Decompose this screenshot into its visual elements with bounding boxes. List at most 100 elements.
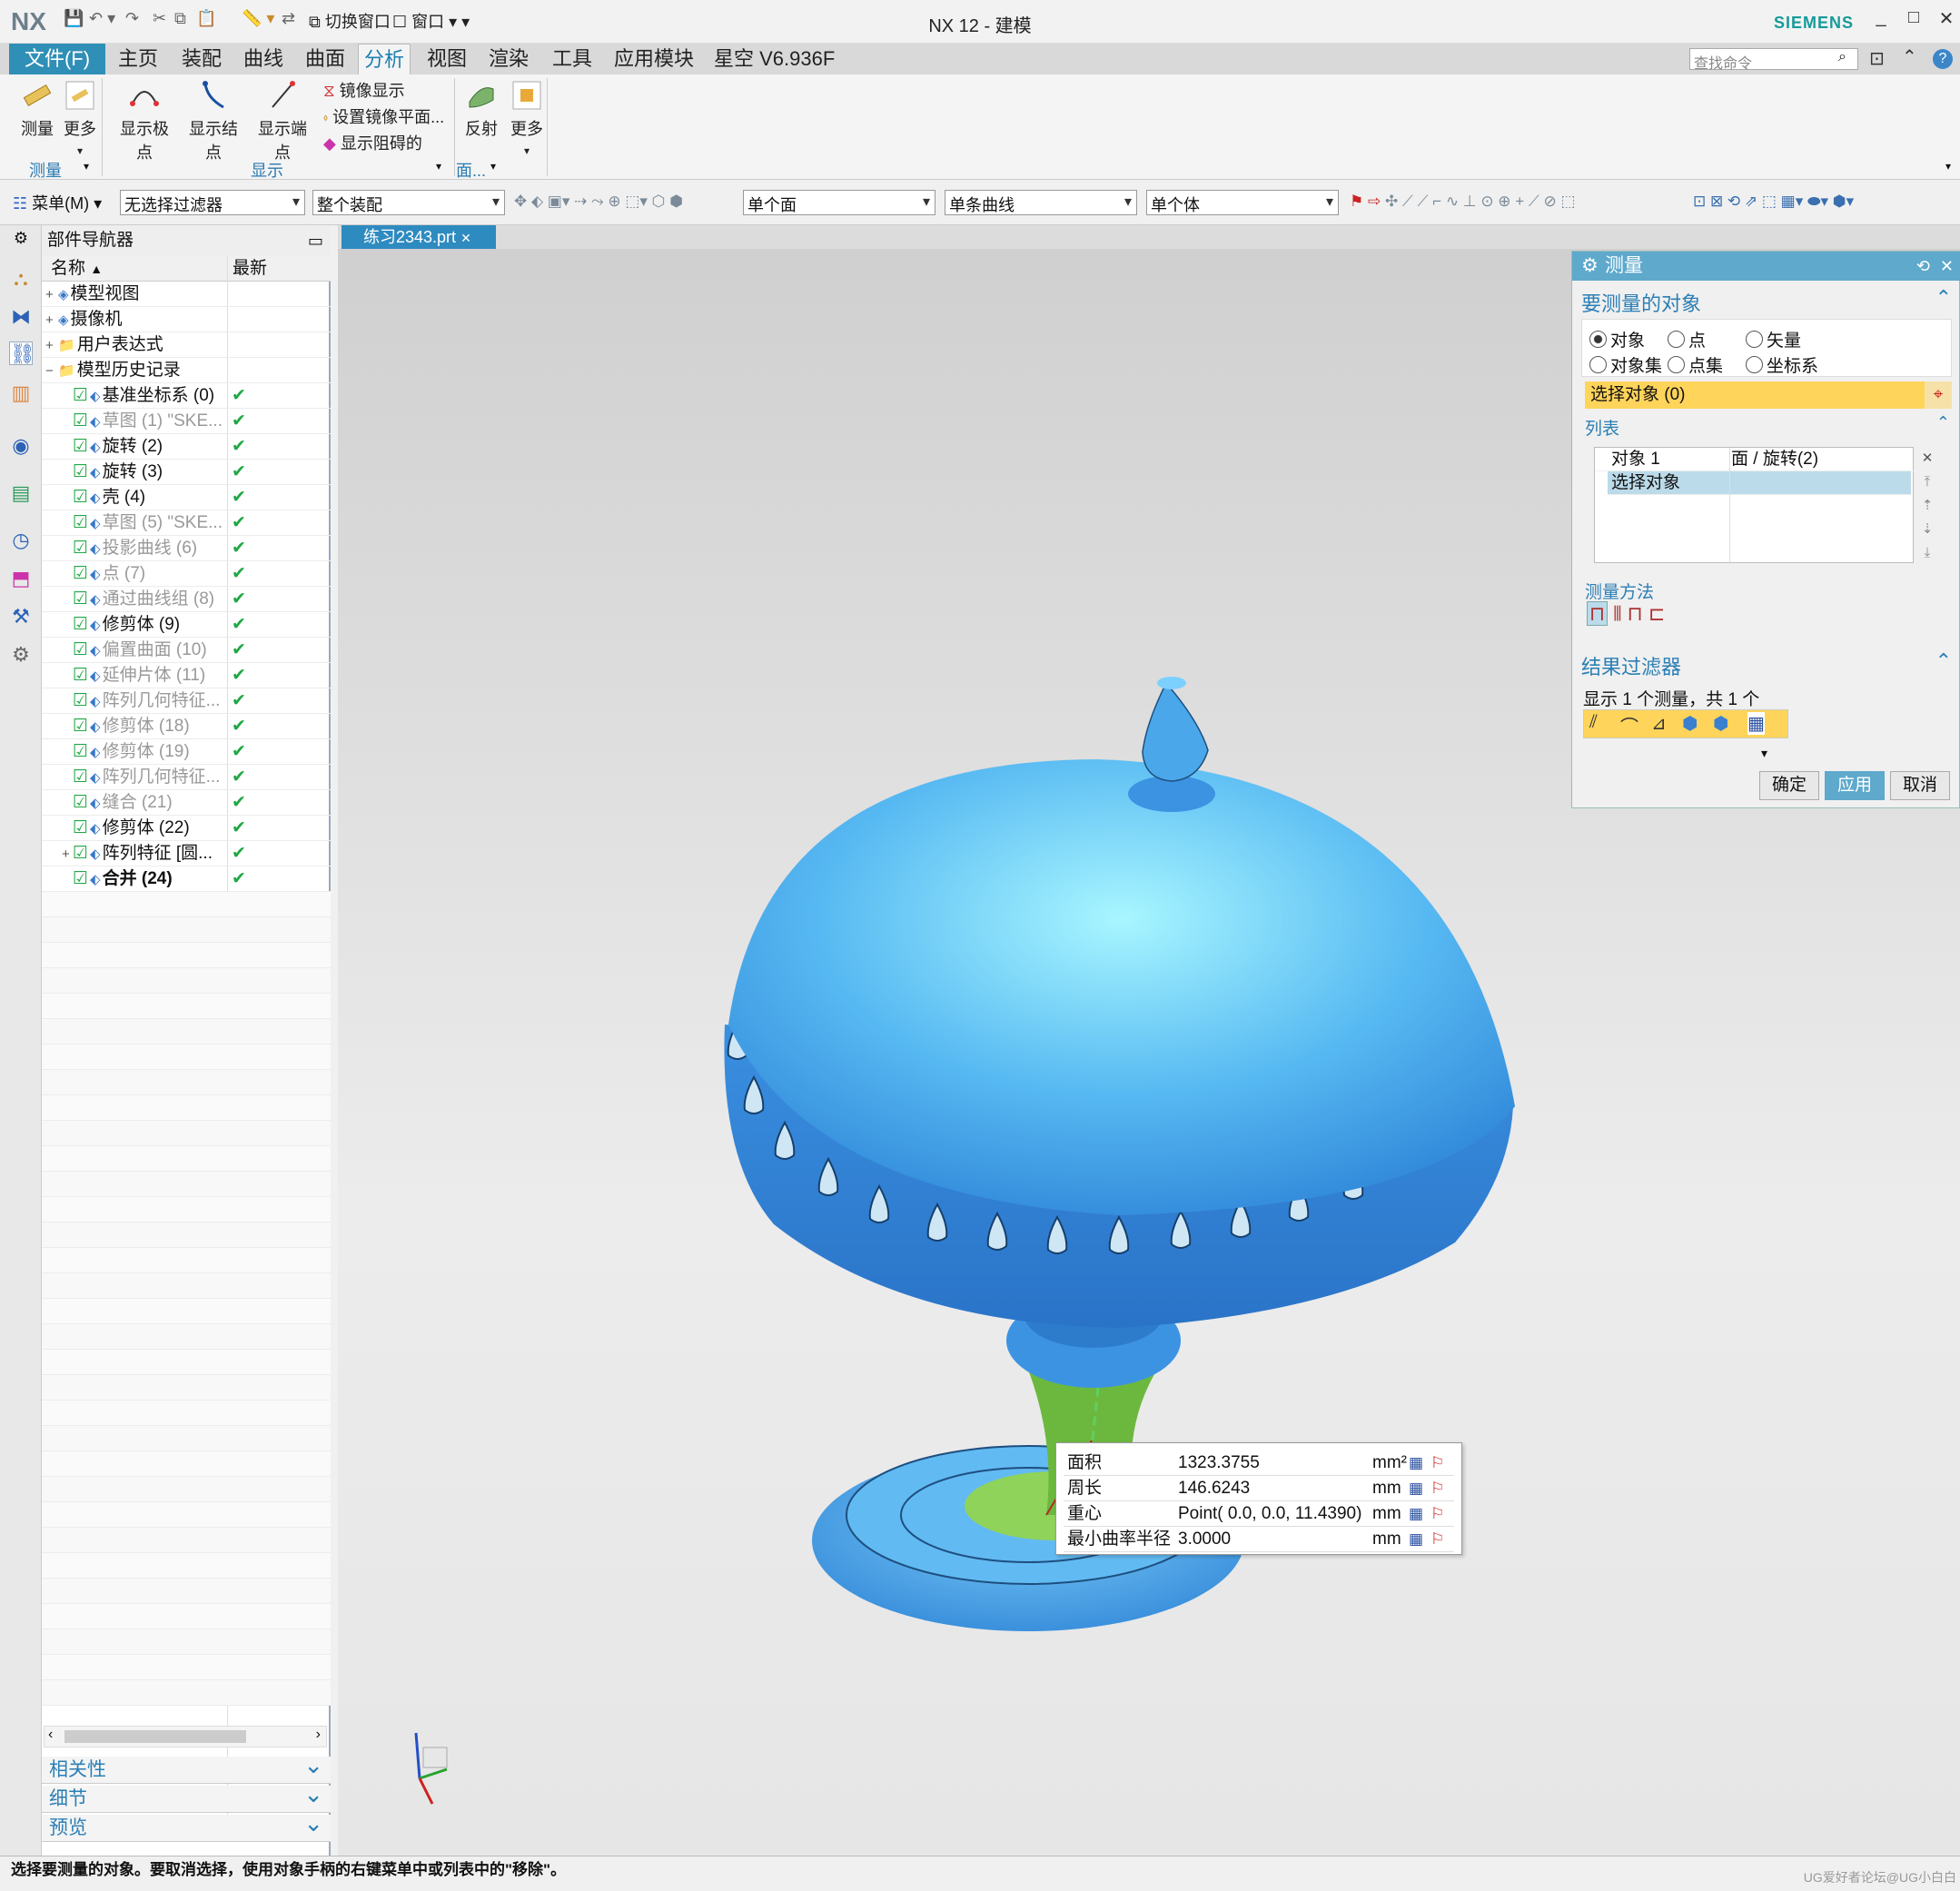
save-icon[interactable]: 💾 xyxy=(64,9,84,28)
visibility-checkbox[interactable]: ☑ xyxy=(73,869,88,888)
measure-button[interactable]: 测量 xyxy=(16,80,58,140)
process-studio-icon[interactable]: ⚒ xyxy=(9,605,33,629)
move-top-icon[interactable]: ⤒ xyxy=(1917,470,1937,494)
snap-point-icon[interactable]: ⚑ ⇨ ✣ ⟋ ⟋ ⌐ ∿ ⊥ ⊙ ⊕ + ⟋ ⊘ ⬚ xyxy=(1350,193,1576,211)
tree-node[interactable]: ☑ ⬖ 修剪体 (22) ✔ xyxy=(42,816,331,841)
constraint-navigator-icon[interactable]: ⧓ xyxy=(9,305,33,329)
main-menu-button[interactable]: ☷ 菜单(M) ▾ xyxy=(13,191,102,214)
flag-icon[interactable]: ⚐ xyxy=(1430,1476,1444,1501)
calculator-icon[interactable]: ▦ xyxy=(1409,1476,1423,1501)
tree-node[interactable]: ☑ ⬖ 延伸片体 (11) ✔ xyxy=(42,663,331,688)
list-item[interactable]: 对象 1 面 / 旋转(2) xyxy=(1595,448,1915,471)
finial[interactable] xyxy=(1142,681,1209,782)
chevron-down-icon[interactable]: ▾ xyxy=(1761,746,1767,761)
tree-node[interactable]: ☑ ⬖ 基准坐标系 (0) ✔ xyxy=(42,383,331,409)
tree-node[interactable]: − 📁 模型历史记录 xyxy=(42,358,331,383)
system-material-icon[interactable]: ⬒ xyxy=(9,567,33,590)
result-row[interactable]: 重心 Point( 0.0, 0.0, 11.4390) mm ▦ ⚐ xyxy=(1064,1501,1454,1527)
visibility-checkbox[interactable]: ☑ xyxy=(73,513,88,532)
expand-icon[interactable]: + xyxy=(45,282,56,308)
window-menu-button[interactable]: ☐ 窗口 ▾ ▾ xyxy=(392,9,470,33)
visibility-checkbox[interactable]: ☑ xyxy=(73,640,88,659)
file-menu[interactable]: 文件(F) xyxy=(9,44,105,74)
tree-node[interactable]: ☑ ⬖ 修剪体 (19) ✔ xyxy=(42,739,331,765)
history-icon[interactable]: ▤ xyxy=(9,481,33,505)
radio-csys[interactable]: 坐标系 xyxy=(1746,352,1818,377)
show-endpoints-button[interactable]: 显示端点 xyxy=(251,80,314,163)
list-item[interactable]: 选择对象 xyxy=(1608,471,1911,495)
undo-icon[interactable]: ↶ ▾ xyxy=(89,9,115,28)
copy-icon[interactable]: ⧉ xyxy=(174,9,186,28)
expand-icon[interactable]: + xyxy=(62,842,73,867)
tree-node[interactable]: ☑ ⬖ 合并 (24) ✔ xyxy=(42,866,331,892)
show-obstruction-button[interactable]: ◆ 显示阻碍的 xyxy=(323,131,422,154)
chevron-right-icon[interactable]: › xyxy=(316,1727,321,1743)
crosshair-icon[interactable]: ⌖ xyxy=(1925,381,1952,409)
close-icon[interactable]: ✕ xyxy=(460,231,471,245)
tree-node[interactable]: ☑ ⬖ 修剪体 (9) ✔ xyxy=(42,612,331,638)
tree-node[interactable]: + 📁 用户表达式 xyxy=(42,332,331,358)
touch-mode-icon[interactable]: ⇄ xyxy=(282,9,295,28)
flag-icon[interactable]: ⚐ xyxy=(1430,1501,1444,1527)
cut-icon[interactable]: ✂ xyxy=(153,9,166,28)
method-y-icon[interactable]: ⊓ xyxy=(1628,602,1643,625)
chevron-up-icon[interactable]: ⌃ xyxy=(1935,286,1952,310)
assembly-navigator-icon[interactable]: ⛬ xyxy=(9,267,33,291)
volume-filter-icon[interactable]: ⬢ xyxy=(1713,712,1728,735)
visibility-checkbox[interactable]: ☑ xyxy=(73,793,88,812)
part-navigator-icon[interactable]: ⛓ xyxy=(9,342,35,365)
chevron-left-icon[interactable]: ‹ xyxy=(48,1727,53,1743)
horizontal-scrollbar[interactable]: ‹ › xyxy=(44,1726,327,1747)
tree-node[interactable]: ☑ ⬖ 缝合 (21) ✔ xyxy=(42,790,331,816)
tree-node[interactable]: ☑ ⬖ 旋转 (2) ✔ xyxy=(42,434,331,460)
tab-surface[interactable]: 曲面 xyxy=(300,44,351,74)
close-icon[interactable]: ✕ xyxy=(1940,252,1954,281)
maximize-button[interactable]: □ xyxy=(1900,7,1927,28)
radio-point-set[interactable]: 点集 xyxy=(1668,352,1723,377)
measure-quick-icon[interactable]: 📏 ▾ xyxy=(242,9,274,28)
group-face-label[interactable]: 面... xyxy=(456,158,486,182)
reflection-button[interactable]: 反射 xyxy=(461,80,501,140)
expand-icon[interactable]: + xyxy=(45,308,56,333)
tab-application[interactable]: 应用模块 xyxy=(609,44,699,74)
remove-icon[interactable]: ✕ xyxy=(1917,447,1937,470)
result-row[interactable]: 最小曲率半径 3.0000 mm ▦ ⚐ xyxy=(1064,1527,1454,1552)
collapse-ribbon-icon[interactable]: ⌃ xyxy=(1902,45,1917,68)
fullscreen-icon[interactable]: ⊡ xyxy=(1869,47,1885,70)
tree-node[interactable]: ☑ ⬖ 旋转 (3) ✔ xyxy=(42,460,331,485)
calculator-icon[interactable]: ▦ xyxy=(1409,1450,1423,1476)
visibility-checkbox[interactable]: ☑ xyxy=(73,818,88,837)
tree-node[interactable]: ☑ ⬖ 偏置曲面 (10) ✔ xyxy=(42,638,331,663)
view-tools-icon[interactable]: ⊡ ⊠ ⟲ ⇗ ⬚ ▦▾ ⬬▾ ⬢▾ xyxy=(1693,193,1854,211)
help-icon[interactable]: ? xyxy=(1933,49,1953,69)
roles-icon[interactable]: ⚙ xyxy=(9,643,33,667)
method-free-icon[interactable]: ⊓ xyxy=(1587,601,1609,626)
set-mirror-plane-button[interactable]: ⬫ 设置镜像平面... xyxy=(323,104,444,128)
tab-xingkong[interactable]: 星空 V6.936F xyxy=(708,44,840,74)
move-bottom-icon[interactable]: ⤓ xyxy=(1917,541,1937,565)
radio-object-set[interactable]: 对象集 xyxy=(1589,352,1662,377)
tree-node[interactable]: ☑ ⬖ 修剪体 (18) ✔ xyxy=(42,714,331,739)
result-row[interactable]: 周长 146.6243 mm ▦ ⚐ xyxy=(1064,1476,1454,1501)
tree-node[interactable]: + ◈ 摄像机 xyxy=(42,307,331,332)
expand-icon[interactable]: + xyxy=(45,333,56,359)
visibility-checkbox[interactable]: ☑ xyxy=(73,564,88,583)
mirror-display-button[interactable]: ⧖ 镜像显示 xyxy=(323,78,405,102)
flag-icon[interactable]: ⚐ xyxy=(1430,1450,1444,1476)
visibility-checkbox[interactable]: ☑ xyxy=(73,462,88,481)
select-object-field[interactable]: 选择对象 (0) ⌖ xyxy=(1585,381,1952,409)
maximize-panel-icon[interactable]: ▭ xyxy=(308,225,323,256)
method-x-icon[interactable]: ⫴ xyxy=(1613,602,1621,625)
collapse-icon[interactable]: − xyxy=(45,359,56,384)
visibility-checkbox[interactable]: ☑ xyxy=(73,539,88,558)
chevron-down-icon[interactable]: ▾ xyxy=(490,160,496,173)
reuse-library-icon[interactable]: ▥ xyxy=(9,381,33,405)
visibility-checkbox[interactable]: ☑ xyxy=(73,742,88,761)
tree-node[interactable]: ☑ ⬖ 通过曲线组 (8) ✔ xyxy=(42,587,331,612)
tab-render[interactable]: 渲染 xyxy=(483,44,534,74)
redo-icon[interactable]: ↷ xyxy=(125,9,139,28)
visibility-checkbox[interactable]: ☑ xyxy=(73,767,88,787)
face-rule-select[interactable]: 单个面 xyxy=(743,190,935,215)
gear-icon[interactable]: ⚙ xyxy=(9,229,33,252)
method-z-icon[interactable]: ⊏ xyxy=(1648,602,1665,625)
